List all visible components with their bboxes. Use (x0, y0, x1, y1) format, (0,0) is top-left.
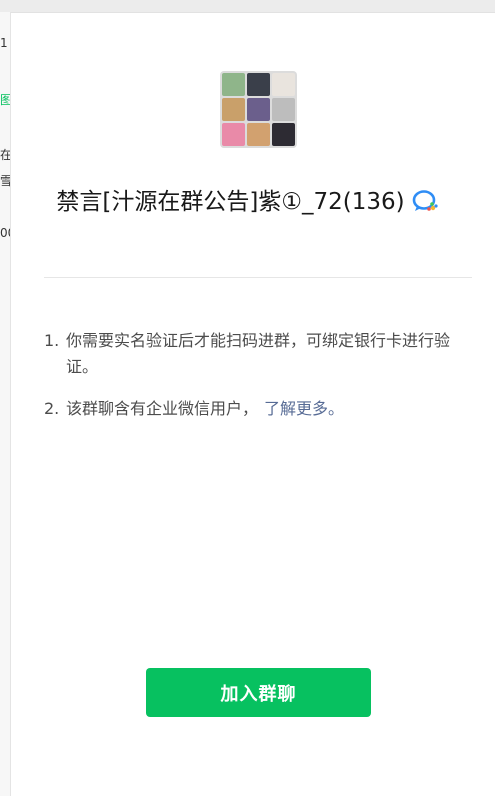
member-avatar (272, 98, 295, 121)
member-avatar (272, 73, 295, 96)
member-avatar (222, 73, 245, 96)
background-snippet: 图 (0, 93, 11, 107)
divider (44, 277, 472, 278)
top-bar (0, 0, 495, 13)
notice-text: 你需要实名验证后才能扫码进群，可绑定银行卡进行验证。 (66, 331, 451, 376)
notice-text-wrap: 该群聊含有企业微信用户， 了解更多。 (66, 396, 474, 422)
background-snippet: 在 (0, 148, 11, 162)
wecom-icon (411, 187, 439, 215)
member-avatar (247, 98, 270, 121)
notice-item: 2. 该群聊含有企业微信用户， 了解更多。 (44, 396, 474, 422)
member-avatar (222, 98, 245, 121)
background-snippet: 00 (0, 226, 10, 240)
notice-item: 1. 你需要实名验证后才能扫码进群，可绑定银行卡进行验证。 (44, 328, 474, 380)
member-avatar (272, 123, 295, 146)
notice-number: 2. (44, 399, 60, 418)
background-snippet: 1 (0, 36, 8, 50)
join-group-button[interactable]: 加入群聊 (146, 668, 371, 717)
member-avatar (247, 123, 270, 146)
learn-more-link[interactable]: 了解更多。 (264, 399, 344, 418)
group-avatar (220, 71, 297, 148)
group-title: 禁言[汁源在群公告]紫①_72(136) (56, 189, 405, 215)
member-avatar (222, 123, 245, 146)
member-avatar (247, 73, 270, 96)
group-title-row: 禁言[汁源在群公告]紫①_72(136) (0, 182, 495, 217)
notice-list: 1. 你需要实名验证后才能扫码进群，可绑定银行卡进行验证。 2. 该群聊含有企业… (44, 328, 474, 438)
notice-text: 该群聊含有企业微信用户， (66, 399, 259, 418)
notice-number: 1. (44, 331, 60, 350)
background-chat-pane: 1 图 在 雪 00 (0, 12, 11, 796)
